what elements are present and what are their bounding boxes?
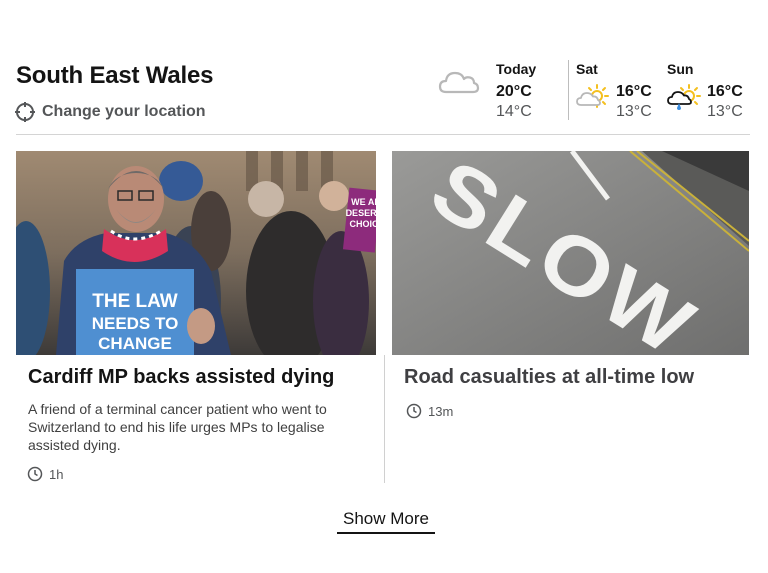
forecast-sun[interactable]: Sun 16°C 13°C [667, 61, 747, 120]
road-photo: SLOW [392, 151, 749, 355]
story-time-text: 1h [49, 466, 64, 482]
story-time-text: 13m [428, 403, 454, 419]
change-location-link[interactable]: Change your location [14, 101, 206, 123]
forecast-low-temp: 13°C [616, 103, 652, 120]
forecast-high-temp: 16°C [616, 83, 652, 100]
story-headline[interactable]: Cardiff MP backs assisted dying [28, 366, 334, 389]
sign-text-line2: NEEDS TO [92, 314, 179, 333]
forecast-day-label: Sun [667, 61, 694, 77]
clock-icon [27, 466, 43, 482]
sun-cloud-icon [576, 84, 609, 108]
placard-text-line3: CHOIC [350, 219, 377, 229]
column-divider [384, 355, 385, 483]
sign-text-line3: CHANGE [98, 334, 172, 353]
forecast-day-label: Today [496, 61, 537, 77]
show-more-button[interactable]: Show More [337, 508, 435, 534]
forecast-sat[interactable]: Sat 16°C 13°C [576, 61, 656, 120]
story-timestamp: 13m [406, 403, 453, 419]
forecast-day-label: Sat [576, 61, 598, 77]
protest-photo: THE LAW NEEDS TO CHANGE WE AI DESERV CHO… [16, 151, 376, 355]
weather-divider [568, 60, 569, 120]
change-location-label: Change your location [42, 103, 206, 120]
story-headline[interactable]: Road casualties at all-time low [404, 366, 694, 389]
location-target-icon [15, 102, 35, 122]
cloud-icon [438, 71, 480, 94]
placard-text-line1: WE AI [351, 197, 376, 207]
forecast-low-temp: 13°C [707, 103, 743, 120]
sign-text-line1: THE LAW [92, 291, 178, 312]
placard-text-line2: DESERV [346, 208, 376, 218]
sun-cloud-rain-icon [667, 84, 701, 110]
forecast-high-temp: 20°C [496, 83, 532, 100]
header-divider [16, 134, 750, 135]
story-image-road[interactable]: SLOW [392, 151, 749, 355]
region-title: South East Wales [16, 62, 214, 89]
clock-icon [406, 403, 422, 419]
forecast-high-temp: 16°C [707, 83, 743, 100]
forecast-low-temp: 14°C [496, 103, 532, 120]
story-timestamp: 1h [27, 466, 63, 482]
story-image-protest[interactable]: THE LAW NEEDS TO CHANGE WE AI DESERV CHO… [16, 151, 376, 355]
forecast-today[interactable]: Today 20°C 14°C [496, 61, 536, 121]
story-summary: A friend of a terminal cancer patient wh… [28, 401, 327, 453]
